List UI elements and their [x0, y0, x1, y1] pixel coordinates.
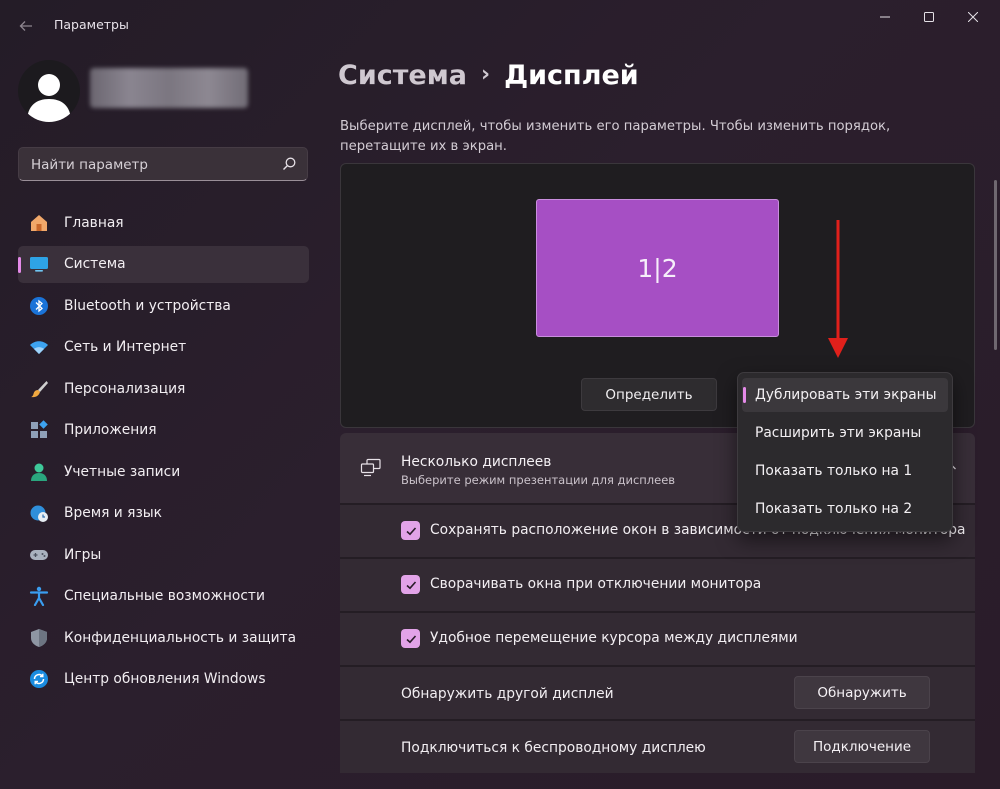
sidebar-item-accounts[interactable]: Учетные записи — [18, 453, 309, 490]
sidebar-item-label: Игры — [64, 546, 102, 563]
sidebar-item-label: Система — [64, 256, 126, 272]
maximize-button[interactable] — [906, 0, 952, 34]
red-annotation-arrow-icon — [828, 220, 848, 358]
sidebar-item-label: Специальные возможности — [64, 588, 265, 604]
sidebar-item-accessibility[interactable]: Специальные возможности — [18, 578, 309, 615]
sidebar-item-label: Приложения — [64, 422, 157, 438]
connect-button[interactable]: Подключение — [794, 730, 930, 763]
multiple-displays-icon — [360, 458, 381, 477]
option-label: Сворачивать окна при отключении монитора — [430, 576, 762, 592]
back-button[interactable] — [12, 12, 40, 40]
selection-indicator — [743, 387, 746, 403]
check-icon — [405, 526, 416, 535]
wireless-display-label: Подключиться к беспроводному дисплею — [401, 740, 706, 756]
sidebar-item-personalization[interactable]: Персонализация — [18, 370, 309, 407]
account-icon — [28, 461, 50, 483]
sidebar-item-system[interactable]: Система — [18, 245, 309, 283]
monitor-label: 1|2 — [637, 253, 678, 283]
wifi-icon — [28, 336, 50, 358]
sidebar-item-network[interactable]: Сеть и Интернет — [18, 329, 309, 366]
menu-item-extend[interactable]: Расширить эти экраны — [742, 416, 948, 450]
detect-display-row: Обнаружить другой дисплей Обнаружить — [340, 665, 975, 719]
multiple-displays-title: Несколько дисплеев — [401, 454, 552, 470]
sidebar-item-label: Bluetooth и устройства — [64, 297, 231, 314]
search-icon[interactable] — [281, 156, 297, 172]
checkbox[interactable] — [401, 575, 420, 594]
menu-item-duplicate[interactable]: Дублировать эти экраны — [742, 378, 948, 412]
sidebar-item-time-language[interactable]: Время и язык — [18, 495, 309, 532]
sidebar-item-bluetooth[interactable]: Bluetooth и устройства — [18, 287, 309, 324]
sidebar-item-label: Сеть и Интернет — [64, 339, 187, 355]
breadcrumb: Система › Дисплей — [338, 60, 639, 91]
minimize-icon — [880, 16, 890, 18]
checkbox[interactable] — [401, 629, 420, 648]
checkbox[interactable] — [401, 521, 420, 540]
person-icon — [27, 74, 71, 122]
brush-icon — [28, 378, 50, 400]
minimize-button[interactable] — [862, 0, 908, 34]
update-icon — [28, 668, 50, 690]
page-title: Дисплей — [504, 60, 639, 91]
close-icon — [968, 12, 978, 22]
sidebar-item-label: Учетные записи — [64, 463, 181, 480]
bluetooth-icon — [28, 295, 50, 317]
title-bar: Параметры — [0, 0, 1000, 48]
close-button[interactable] — [950, 0, 996, 34]
sidebar-item-privacy[interactable]: Конфиденциальность и защита — [18, 619, 309, 656]
apps-icon — [28, 419, 50, 441]
option-label: Удобное перемещение курсора между диспле… — [430, 630, 798, 646]
identify-button[interactable]: Определить — [581, 378, 717, 411]
back-arrow-icon — [19, 21, 32, 31]
accessibility-icon — [28, 585, 50, 607]
breadcrumb-parent[interactable]: Система — [338, 60, 467, 91]
sidebar-item-gaming[interactable]: Игры — [18, 536, 309, 573]
sidebar-nav: Главная Система Bluetooth и устройства С… — [18, 204, 309, 702]
shield-icon — [28, 627, 50, 649]
menu-item-label: Дублировать эти экраны — [755, 387, 937, 403]
sidebar-item-windows-update[interactable]: Центр обновления Windows — [18, 661, 309, 698]
sidebar-item-label: Главная — [64, 214, 124, 231]
avatar[interactable] — [18, 60, 80, 122]
user-name-blurred — [90, 68, 248, 108]
monitor-icon — [28, 253, 50, 275]
monitor-tile[interactable]: 1|2 — [536, 199, 779, 337]
search-input[interactable] — [29, 154, 273, 176]
wireless-display-row: Подключиться к беспроводному дисплею Под… — [340, 719, 975, 773]
check-icon — [405, 580, 416, 589]
app-title: Параметры — [54, 17, 129, 32]
check-icon — [405, 634, 416, 643]
sidebar-item-home[interactable]: Главная — [18, 204, 309, 241]
home-icon — [28, 212, 50, 234]
sidebar-item-label: Персонализация — [64, 380, 186, 397]
sidebar-item-apps[interactable]: Приложения — [18, 412, 309, 449]
menu-item-label: Показать только на 2 — [755, 501, 913, 517]
gamepad-icon — [28, 544, 50, 566]
menu-item-label: Расширить эти экраны — [755, 425, 922, 441]
globe-clock-icon — [28, 502, 50, 524]
menu-item-show-only-1[interactable]: Показать только на 1 — [742, 454, 948, 488]
maximize-icon — [924, 12, 934, 22]
option-minimize-on-disconnect[interactable]: Сворачивать окна при отключении монитора — [340, 557, 975, 611]
sidebar-item-label: Конфиденциальность и защита — [64, 629, 297, 646]
selection-indicator — [18, 256, 21, 273]
menu-item-label: Показать только на 1 — [755, 463, 913, 479]
breadcrumb-separator: › — [481, 62, 491, 87]
detect-display-label: Обнаружить другой дисплей — [401, 686, 614, 702]
multiple-displays-subtitle: Выберите режим презентации для дисплеев — [401, 473, 676, 487]
display-mode-menu: Дублировать эти экраны Расширить эти экр… — [737, 372, 953, 532]
sidebar-item-label: Время и язык — [64, 505, 163, 521]
sidebar-item-label: Центр обновления Windows — [64, 671, 266, 687]
detect-button[interactable]: Обнаружить — [794, 676, 930, 709]
option-ease-cursor-movement[interactable]: Удобное перемещение курсора между диспле… — [340, 611, 975, 665]
search-box[interactable] — [18, 147, 308, 181]
display-hint: Выберите дисплей, чтобы изменить его пар… — [340, 119, 891, 154]
multiple-displays-options: Сохранять расположение окон в зависимост… — [340, 503, 975, 773]
menu-item-show-only-2[interactable]: Показать только на 2 — [742, 492, 948, 526]
settings-window: Параметры Главная — [0, 0, 1000, 789]
scrollbar[interactable] — [994, 180, 997, 350]
